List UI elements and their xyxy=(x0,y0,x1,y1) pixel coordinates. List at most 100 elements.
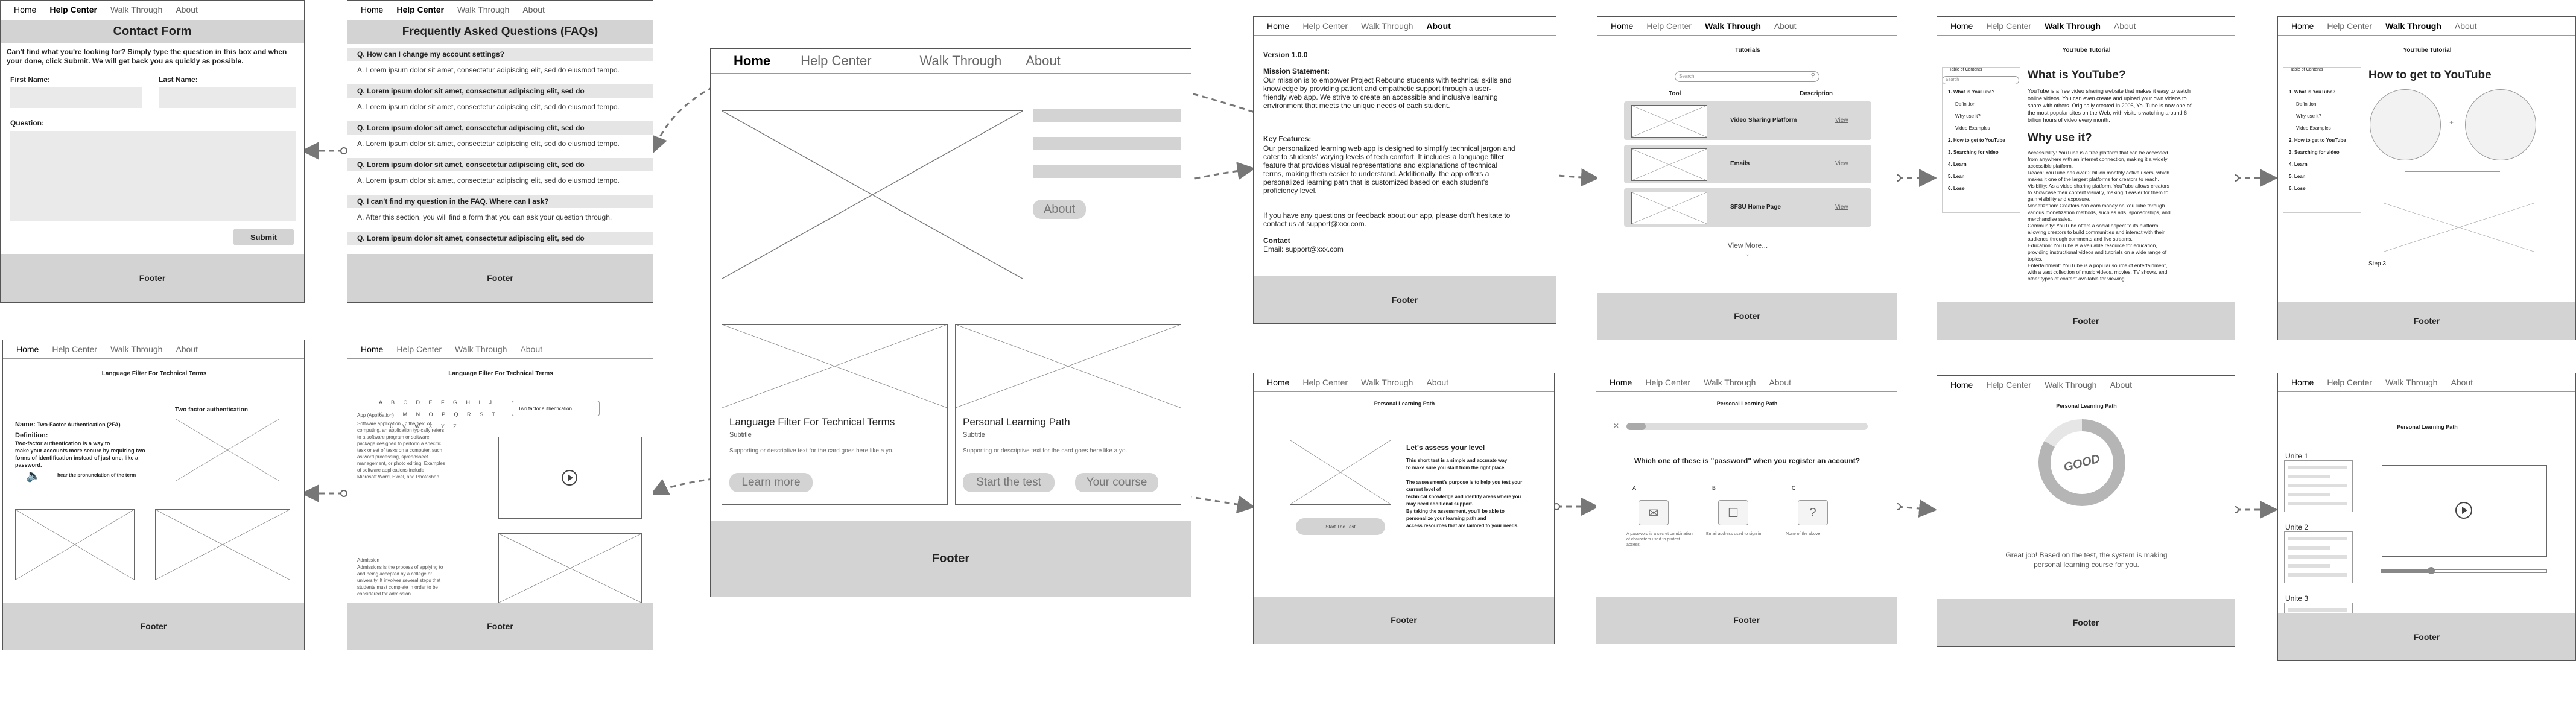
nav-walk-through[interactable]: Walk Through xyxy=(1361,21,1413,31)
nav-about[interactable]: About xyxy=(1769,378,1791,387)
nav-about[interactable]: About xyxy=(520,344,542,354)
toc-item[interactable]: 4. Learn xyxy=(2289,162,2308,167)
option-icon[interactable]: ✉ xyxy=(1639,500,1669,525)
table-row[interactable]: Video Sharing Platform View xyxy=(1624,101,1871,140)
your-course-button[interactable]: Your course xyxy=(1075,473,1158,492)
toc-item[interactable]: Definition xyxy=(2296,101,2316,107)
start-test-button[interactable]: Start The Test xyxy=(1296,518,1385,535)
faq-question[interactable]: Q. Lorem ipsum dolor sit amet, consectet… xyxy=(347,158,653,171)
toc-item[interactable]: 1. What is YouTube? xyxy=(2289,89,2335,95)
alphabet-row[interactable]: A B C D E F G H I J xyxy=(379,399,495,405)
toc-item[interactable]: 3. Searching for video xyxy=(2289,150,2340,155)
nav-about[interactable]: About xyxy=(176,5,198,14)
unit-card[interactable] xyxy=(2284,531,2353,583)
learn-more-button[interactable]: Learn more xyxy=(729,473,813,492)
nav-about[interactable]: About xyxy=(2114,21,2136,31)
close-icon[interactable]: ✕ xyxy=(1613,422,1619,430)
chevron-down-icon[interactable]: ⌄ xyxy=(1597,251,1897,258)
nav-walk-through[interactable]: Walk Through xyxy=(2385,21,2441,31)
nav-help-center[interactable]: Help Center xyxy=(2327,21,2372,31)
faq-question[interactable]: Q. Lorem ipsum dolor sit amet, consectet… xyxy=(347,232,653,245)
toc-item[interactable]: 4. Learn xyxy=(1948,162,1967,167)
nav-home[interactable]: Home xyxy=(361,344,383,354)
nav-help-center[interactable]: Help Center xyxy=(1302,378,1348,387)
nav-home[interactable]: Home xyxy=(1611,21,1633,31)
nav-home[interactable]: Home xyxy=(1950,380,1973,390)
nav-help-center[interactable]: Help Center xyxy=(1645,378,1690,387)
nav-walk-through[interactable]: Walk Through xyxy=(1361,378,1413,387)
row-view-link[interactable]: View xyxy=(1835,204,1848,211)
nav-home[interactable]: Home xyxy=(14,5,36,14)
about-button[interactable]: About xyxy=(1033,200,1086,219)
nav-walk-through[interactable]: Walk Through xyxy=(1705,21,1761,31)
nav-about[interactable]: About xyxy=(2110,380,2132,390)
submit-button[interactable]: Submit xyxy=(233,229,294,245)
unit-title[interactable]: Unite 1 xyxy=(2285,452,2308,460)
video-player[interactable] xyxy=(2382,465,2547,557)
table-row[interactable]: SFSU Home Page View xyxy=(1624,188,1871,227)
search-input[interactable]: Two factor authentication xyxy=(512,401,600,416)
nav-help-center[interactable]: Help Center xyxy=(49,5,97,14)
nav-about[interactable]: About xyxy=(1426,21,1450,31)
speaker-icon[interactable]: 🔈 xyxy=(26,468,41,483)
nav-home[interactable]: Home xyxy=(361,5,383,14)
faq-question[interactable]: Q. Lorem ipsum dolor sit amet, consectet… xyxy=(347,84,653,98)
nav-help-center[interactable]: Help Center xyxy=(1986,21,2031,31)
nav-walk-through[interactable]: Walk Through xyxy=(110,5,162,14)
nav-walk-through[interactable]: Walk Through xyxy=(110,344,162,354)
nav-home[interactable]: Home xyxy=(1267,21,1289,31)
nav-walk-through[interactable]: Walk Through xyxy=(920,53,1002,69)
toc-item[interactable]: Video Examples xyxy=(2296,125,2331,131)
video-player[interactable] xyxy=(498,437,642,519)
nav-help-center[interactable]: Help Center xyxy=(2327,378,2372,387)
faq-question[interactable]: Q. How can I change my account settings? xyxy=(347,48,653,61)
nav-home[interactable]: Home xyxy=(2291,378,2314,387)
toc-item[interactable]: Why use it? xyxy=(2296,113,2321,119)
toc-item[interactable]: 5. Lean xyxy=(1948,174,1965,179)
row-view-link[interactable]: View xyxy=(1835,117,1848,124)
nav-help-center[interactable]: Help Center xyxy=(1986,380,2031,390)
toc-heading[interactable]: Table of Contents xyxy=(1949,68,1982,72)
toc-item[interactable]: 5. Lean xyxy=(2289,174,2306,179)
toc-item[interactable]: 2. How to get to YouTube xyxy=(2289,138,2346,143)
nav-about[interactable]: About xyxy=(1774,21,1797,31)
nav-help-center[interactable]: Help Center xyxy=(396,344,442,354)
nav-walk-through[interactable]: Walk Through xyxy=(455,344,507,354)
toc-item[interactable]: Definition xyxy=(1955,101,1975,107)
nav-about[interactable]: About xyxy=(2451,378,2473,387)
nav-home[interactable]: Home xyxy=(2291,21,2314,31)
toc-item[interactable]: 3. Searching for video xyxy=(1948,150,1999,155)
nav-walk-through[interactable]: Walk Through xyxy=(457,5,509,14)
toc-heading[interactable]: Table of Contents xyxy=(2290,68,2323,72)
nav-about[interactable]: About xyxy=(522,5,545,14)
nav-help-center[interactable]: Help Center xyxy=(1302,21,1348,31)
toc-item[interactable]: 6. Lose xyxy=(2289,186,2306,191)
option-label[interactable]: A xyxy=(1632,485,1636,491)
nav-home[interactable]: Home xyxy=(16,344,39,354)
alphabet-row[interactable]: K L M N O P Q R S T xyxy=(379,411,499,417)
faq-question[interactable]: Q. Lorem ipsum dolor sit amet, consectet… xyxy=(347,121,653,135)
option-label[interactable]: C xyxy=(1792,485,1796,491)
nav-home[interactable]: Home xyxy=(1950,21,1973,31)
last-name-field[interactable] xyxy=(159,87,296,108)
play-icon[interactable] xyxy=(562,470,577,486)
toc-item[interactable]: 1. What is YouTube? xyxy=(1948,89,1994,95)
first-name-field[interactable] xyxy=(10,87,142,108)
toc-item[interactable]: 2. How to get to YouTube xyxy=(1948,138,2005,143)
row-view-link[interactable]: View xyxy=(1835,160,1848,167)
nav-about[interactable]: About xyxy=(1426,378,1448,387)
nav-walk-through[interactable]: Walk Through xyxy=(2045,380,2096,390)
table-row[interactable]: Emails View xyxy=(1624,145,1871,183)
option-icon[interactable]: ? xyxy=(1798,500,1828,525)
nav-walk-through[interactable]: Walk Through xyxy=(2385,378,2437,387)
toc-item[interactable]: 6. Lose xyxy=(1948,186,1965,191)
nav-about[interactable]: About xyxy=(176,344,198,354)
nav-walk-through[interactable]: Walk Through xyxy=(1704,378,1756,387)
question-field[interactable] xyxy=(10,131,296,221)
nav-home[interactable]: Home xyxy=(1267,378,1289,387)
view-more-link[interactable]: View More... xyxy=(1597,241,1897,250)
contact-email[interactable]: Email: support@xxx.com xyxy=(1263,245,1344,253)
toc-item[interactable]: Why use it? xyxy=(1955,113,1981,119)
nav-about[interactable]: About xyxy=(2455,21,2477,31)
nav-about[interactable]: About xyxy=(1026,53,1061,69)
